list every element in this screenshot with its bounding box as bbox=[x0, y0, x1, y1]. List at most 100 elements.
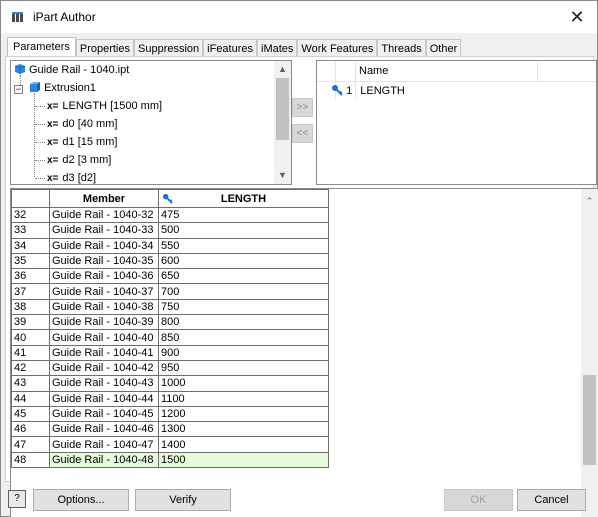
options-button[interactable]: Options... bbox=[33, 489, 129, 511]
key-list[interactable]: Name 1 LENGTH bbox=[316, 60, 597, 185]
member-cell[interactable]: Guide Rail - 1040-35 bbox=[49, 252, 159, 270]
table-row[interactable]: 41 Guide Rail - 1040-41 900 bbox=[11, 344, 329, 361]
table-row[interactable]: 32 Guide Rail - 1040-32 475 bbox=[11, 206, 329, 224]
member-cell[interactable]: Guide Rail - 1040-45 bbox=[49, 405, 159, 423]
length-cell[interactable]: 1000 bbox=[158, 375, 329, 392]
tree-param-item[interactable]: x= d0 [40 mm] bbox=[35, 115, 117, 133]
table-scrollbar[interactable]: ⌃ ⌄ bbox=[581, 189, 598, 517]
length-cell[interactable]: 550 bbox=[158, 237, 329, 254]
table-row[interactable]: 43 Guide Rail - 1040-43 1000 bbox=[11, 375, 329, 392]
row-number[interactable]: 34 bbox=[11, 237, 50, 254]
row-number[interactable]: 35 bbox=[11, 252, 50, 270]
help-button[interactable]: ? bbox=[8, 490, 26, 508]
scroll-up-icon[interactable]: ⌃ bbox=[581, 193, 598, 210]
member-cell[interactable]: Guide Rail - 1040-33 bbox=[49, 222, 159, 239]
row-number[interactable]: 48 bbox=[11, 451, 50, 469]
length-cell[interactable]: 500 bbox=[158, 222, 329, 239]
row-number[interactable]: 37 bbox=[11, 283, 50, 300]
member-cell[interactable]: Guide Rail - 1040-34 bbox=[49, 237, 159, 254]
row-number[interactable]: 39 bbox=[11, 314, 50, 331]
row-number[interactable]: 32 bbox=[11, 206, 50, 224]
cancel-button[interactable]: Cancel bbox=[517, 489, 586, 511]
member-cell[interactable]: Guide Rail - 1040-42 bbox=[49, 359, 159, 377]
tree-param-item[interactable]: x= d1 [15 mm] bbox=[35, 133, 117, 151]
member-cell[interactable]: Guide Rail - 1040-38 bbox=[49, 298, 159, 316]
table-row[interactable]: 45 Guide Rail - 1040-45 1200 bbox=[11, 405, 329, 423]
column-header-member[interactable]: Member bbox=[49, 189, 159, 208]
scroll-up-icon[interactable]: ▲ bbox=[274, 61, 291, 78]
collapse-icon[interactable]: − bbox=[14, 85, 23, 94]
table-row[interactable]: 33 Guide Rail - 1040-33 500 bbox=[11, 222, 329, 239]
table-row[interactable]: 42 Guide Rail - 1040-42 950 bbox=[11, 359, 329, 377]
length-cell[interactable]: 950 bbox=[158, 359, 329, 377]
tree-scrollbar[interactable]: ▲ ▼ bbox=[274, 61, 291, 184]
row-number[interactable]: 42 bbox=[11, 359, 50, 377]
scroll-down-icon[interactable]: ▼ bbox=[274, 167, 291, 184]
remove-key-button[interactable]: << bbox=[292, 124, 313, 143]
length-cell[interactable]: 1400 bbox=[158, 436, 329, 453]
key-list-item[interactable]: 1 LENGTH bbox=[331, 84, 405, 97]
table-row[interactable]: 40 Guide Rail - 1040-40 850 bbox=[11, 329, 329, 346]
length-cell[interactable]: 800 bbox=[158, 314, 329, 331]
row-number[interactable]: 46 bbox=[11, 421, 50, 438]
table-row[interactable]: 38 Guide Rail - 1040-38 750 bbox=[11, 298, 329, 316]
table-row-selected[interactable]: 48 Guide Rail - 1040-48 1500 bbox=[11, 451, 329, 469]
tree-param-item[interactable]: x= d3 [d2] bbox=[35, 169, 96, 184]
member-cell[interactable]: Guide Rail - 1040-46 bbox=[49, 421, 159, 438]
length-cell[interactable]: 1500 bbox=[158, 451, 329, 469]
table-scroll-thumb[interactable] bbox=[583, 375, 596, 465]
member-cell[interactable]: Guide Rail - 1040-37 bbox=[49, 283, 159, 300]
table-row[interactable]: 37 Guide Rail - 1040-37 700 bbox=[11, 283, 329, 300]
row-number[interactable]: 38 bbox=[11, 298, 50, 316]
add-key-button[interactable]: >> bbox=[292, 98, 313, 117]
parameter-tree[interactable]: Guide Rail - 1040.ipt − Extrusion1 x= LEN… bbox=[10, 60, 292, 185]
tree-param-item[interactable]: x= LENGTH [1500 mm] bbox=[35, 97, 162, 115]
table-row[interactable]: 36 Guide Rail - 1040-36 650 bbox=[11, 268, 329, 285]
tree-scroll-thumb[interactable] bbox=[276, 78, 289, 140]
member-table-area: Member LENGTH 32 Guide Rail - 1040-32 475 … bbox=[10, 188, 598, 517]
tree-param-item[interactable]: x= d2 [3 mm] bbox=[35, 151, 111, 169]
column-header-length[interactable]: LENGTH bbox=[158, 189, 329, 208]
member-cell[interactable]: Guide Rail - 1040-48 bbox=[49, 451, 159, 469]
row-number[interactable]: 36 bbox=[11, 268, 50, 285]
length-cell[interactable]: 650 bbox=[158, 268, 329, 285]
length-cell[interactable]: 1100 bbox=[158, 390, 329, 407]
verify-button[interactable]: Verify bbox=[135, 489, 231, 511]
length-cell[interactable]: 600 bbox=[158, 252, 329, 270]
member-cell[interactable]: Guide Rail - 1040-43 bbox=[49, 375, 159, 392]
member-cell[interactable]: Guide Rail - 1040-39 bbox=[49, 314, 159, 331]
row-number[interactable]: 43 bbox=[11, 375, 50, 392]
key-list-header: Name bbox=[359, 65, 389, 77]
length-cell[interactable]: 475 bbox=[158, 206, 329, 224]
tree-root-item[interactable]: Guide Rail - 1040.ipt bbox=[14, 61, 129, 79]
member-cell[interactable]: Guide Rail - 1040-47 bbox=[49, 436, 159, 453]
member-cell[interactable]: Guide Rail - 1040-36 bbox=[49, 268, 159, 285]
ok-button[interactable]: OK bbox=[444, 489, 513, 511]
corner-cell[interactable] bbox=[11, 189, 50, 208]
table-row[interactable]: 34 Guide Rail - 1040-34 550 bbox=[11, 237, 329, 254]
table-row[interactable]: 47 Guide Rail - 1040-47 1400 bbox=[11, 436, 329, 453]
member-cell[interactable]: Guide Rail - 1040-41 bbox=[49, 344, 159, 361]
table-row[interactable]: 39 Guide Rail - 1040-39 800 bbox=[11, 314, 329, 331]
table-row[interactable]: 35 Guide Rail - 1040-35 600 bbox=[11, 252, 329, 270]
member-cell[interactable]: Guide Rail - 1040-40 bbox=[49, 329, 159, 346]
length-cell[interactable]: 750 bbox=[158, 298, 329, 316]
length-cell[interactable]: 850 bbox=[158, 329, 329, 346]
tab-parameters[interactable]: Parameters bbox=[7, 37, 76, 58]
row-number[interactable]: 45 bbox=[11, 405, 50, 423]
row-number[interactable]: 40 bbox=[11, 329, 50, 346]
length-cell[interactable]: 1200 bbox=[158, 405, 329, 423]
member-cell[interactable]: Guide Rail - 1040-32 bbox=[49, 206, 159, 224]
length-cell[interactable]: 700 bbox=[158, 283, 329, 300]
row-number[interactable]: 44 bbox=[11, 390, 50, 407]
member-cell[interactable]: Guide Rail - 1040-44 bbox=[49, 390, 159, 407]
table-row[interactable]: 44 Guide Rail - 1040-44 1100 bbox=[11, 390, 329, 407]
row-number[interactable]: 41 bbox=[11, 344, 50, 361]
length-cell[interactable]: 900 bbox=[158, 344, 329, 361]
close-button[interactable]: ✕ bbox=[563, 5, 591, 29]
table-row[interactable]: 46 Guide Rail - 1040-46 1300 bbox=[11, 421, 329, 438]
row-number[interactable]: 33 bbox=[11, 222, 50, 239]
row-number[interactable]: 47 bbox=[11, 436, 50, 453]
tree-feature-item[interactable]: − Extrusion1 bbox=[14, 79, 96, 97]
length-cell[interactable]: 1300 bbox=[158, 421, 329, 438]
